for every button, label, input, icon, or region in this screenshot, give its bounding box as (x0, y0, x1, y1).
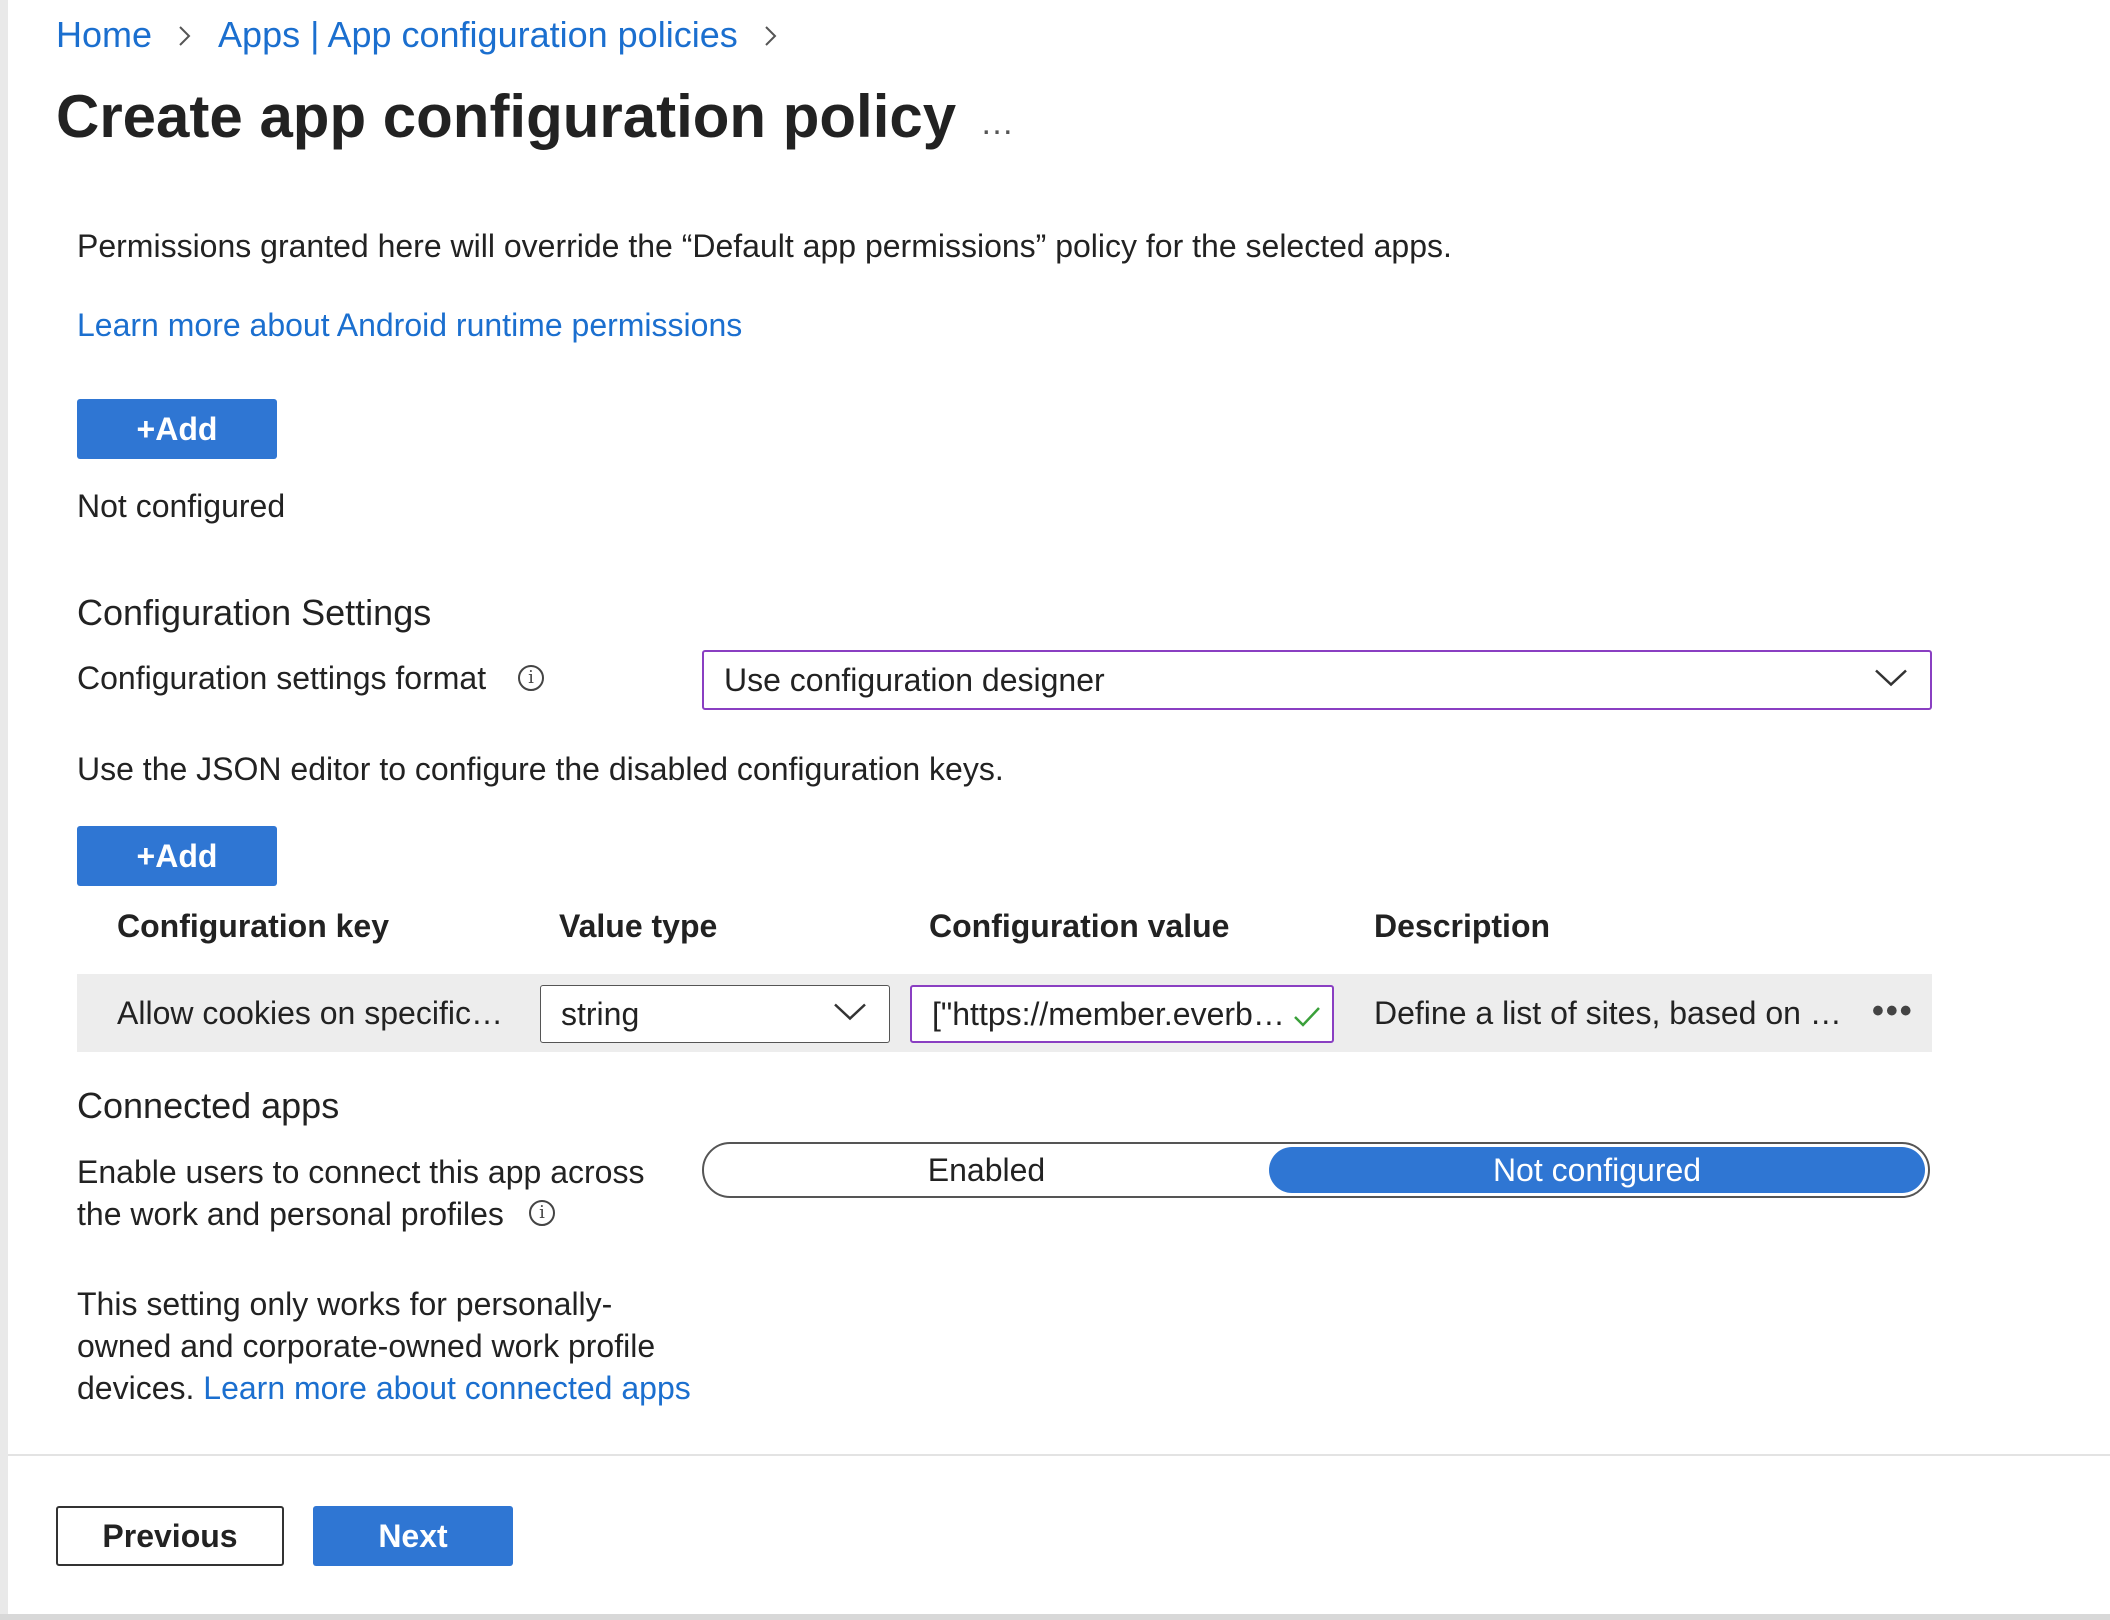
connected-apps-note-line2: owned and corporate-owned work profile (77, 1328, 656, 1364)
value-type-dropdown[interactable]: string (540, 985, 890, 1043)
next-button[interactable]: Next (313, 1506, 513, 1566)
connected-apps-label: Enable users to connect this app across … (77, 1151, 644, 1235)
breadcrumb-home[interactable]: Home (56, 14, 152, 56)
add-configuration-button[interactable]: +Add (77, 826, 277, 886)
info-icon[interactable]: i (529, 1200, 555, 1226)
connected-apps-label-line2: the work and personal profiles (77, 1196, 504, 1232)
connected-apps-heading: Connected apps (77, 1085, 340, 1126)
chevron-right-icon (760, 15, 782, 55)
bottom-scroll-edge (0, 1614, 2110, 1620)
connected-apps-note: This setting only works for personally- … (77, 1283, 691, 1409)
column-header-configuration-value: Configuration value (929, 908, 1230, 944)
configuration-format-label: Configuration settings format (77, 660, 487, 696)
connected-apps-learn-more-link[interactable]: Learn more about connected apps (203, 1370, 690, 1406)
more-icon[interactable]: … (980, 104, 1017, 143)
configuration-value-input[interactable]: ["https://member.everb… (910, 985, 1334, 1043)
configuration-format-value: Use configuration designer (724, 661, 1105, 698)
connected-apps-note-line1: This setting only works for personally- (77, 1286, 613, 1322)
chevron-down-icon (833, 1002, 867, 1027)
add-permission-button[interactable]: +Add (77, 399, 277, 459)
more-icon[interactable]: ••• (1872, 992, 1914, 1031)
chevron-down-icon (1874, 668, 1908, 693)
connected-apps-note-line3: devices. Learn more about connected apps (77, 1367, 691, 1409)
column-header-value-type: Value type (559, 908, 718, 944)
configuration-value-text: ["https://member.everb… (932, 995, 1285, 1032)
description-cell: Define a list of sites, based on … (1374, 995, 1842, 1031)
toggle-option-not-configured[interactable]: Not configured (1269, 1147, 1925, 1193)
configuration-format-dropdown[interactable]: Use configuration designer (702, 650, 1932, 710)
connected-apps-toggle[interactable]: Enabled Not configured (702, 1142, 1930, 1198)
column-header-configuration-key: Configuration key (117, 908, 390, 944)
page-title: Create app configuration policy (56, 83, 957, 150)
value-type-value: string (561, 995, 640, 1032)
connected-apps-label-line1: Enable users to connect this app across (77, 1154, 645, 1190)
info-icon[interactable]: i (518, 665, 544, 691)
previous-button[interactable]: Previous (56, 1506, 284, 1566)
json-editor-note: Use the JSON editor to configure the dis… (77, 751, 1004, 787)
breadcrumb-app-config-policies[interactable]: Apps | App configuration policies (218, 14, 738, 56)
configuration-key-cell: Allow cookies on specific… (117, 995, 503, 1031)
connected-apps-note-prefix: devices. (77, 1370, 195, 1406)
permissions-status: Not configured (77, 488, 286, 524)
android-permissions-link[interactable]: Learn more about Android runtime permiss… (77, 307, 742, 344)
left-border (0, 0, 8, 1620)
toggle-option-enabled[interactable]: Enabled (704, 1144, 1269, 1196)
configuration-settings-heading: Configuration Settings (77, 592, 432, 633)
chevron-right-icon (174, 15, 196, 55)
footer-divider (8, 1454, 2110, 1456)
permissions-description: Permissions granted here will override t… (77, 228, 1452, 264)
breadcrumb: Home Apps | App configuration policies (56, 14, 804, 56)
checkmark-icon (1292, 1001, 1322, 1038)
column-header-description: Description (1374, 908, 1551, 944)
